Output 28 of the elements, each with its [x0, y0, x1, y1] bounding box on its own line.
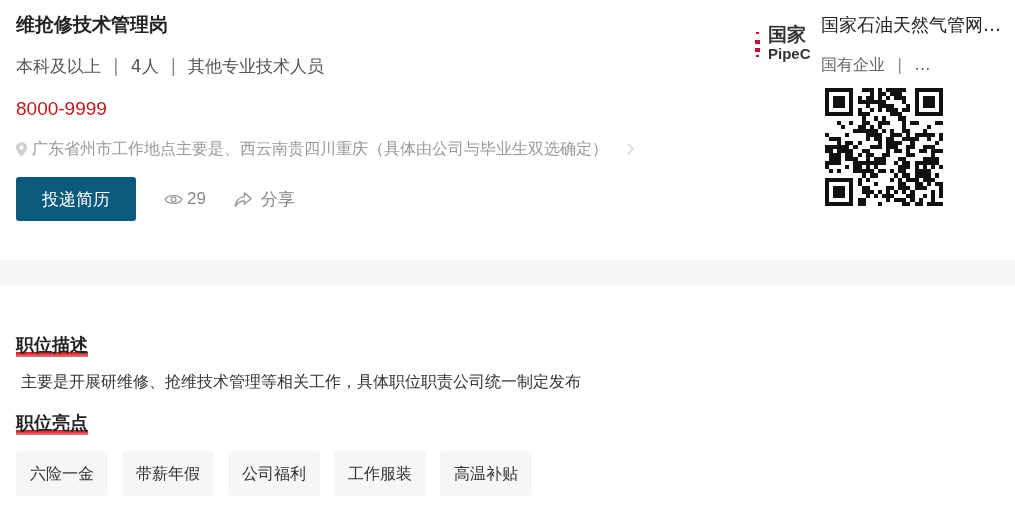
view-count: 29 — [187, 189, 206, 209]
benefit-tag: 公司福利 — [228, 451, 320, 496]
separator: | — [113, 55, 119, 78]
company-logo: 国家 PipeC — [755, 20, 821, 66]
eye-icon — [164, 192, 183, 206]
benefit-tag: 工作服装 — [334, 451, 426, 496]
share-button[interactable]: 分享 — [233, 187, 295, 211]
company-name[interactable]: 国家石油天然气管网… — [821, 12, 1001, 38]
chevron-right-icon[interactable] — [627, 143, 634, 155]
section-title: 职位亮点 — [16, 411, 88, 435]
job-meta: 其他专业技术人员 — [188, 55, 325, 78]
location-pin-icon — [16, 141, 27, 157]
benefit-tag: 带薪年假 — [122, 451, 214, 496]
job-description: 主要是开展研维修、抢维技术管理等相关工作，具体职位职责公司统一制定发布 — [21, 371, 582, 393]
share-arrow-icon — [233, 190, 253, 208]
benefit-tag: 高温补贴 — [440, 451, 532, 496]
job-meta: 本科及以上 — [16, 55, 101, 78]
salary: 8000-9999 — [16, 97, 108, 121]
benefit-tag: 六险一金 — [16, 451, 108, 496]
job-meta: 4人 — [130, 55, 159, 78]
section-title: 职位描述 — [16, 333, 88, 357]
separator: | — [170, 55, 177, 78]
company-meta: … — [914, 54, 931, 76]
location: 广东省州市工作地点主要是、西云南贵四川重庆（具体由公司与毕业生双选确定） — [32, 138, 608, 160]
company-meta: 国有企业 — [821, 54, 885, 76]
separator: | — [897, 54, 903, 76]
apply-button[interactable]: 投递简历 — [16, 177, 136, 221]
job-title: 维抢修技术管理岗 — [16, 12, 169, 37]
